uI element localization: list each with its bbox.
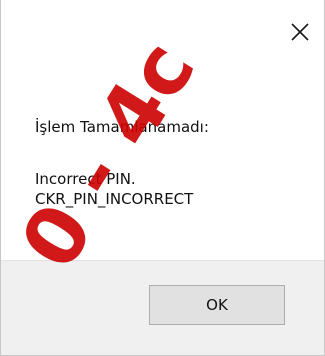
close-button[interactable]	[284, 16, 316, 48]
dialog-footer: OK	[1, 260, 324, 355]
error-dialog: İşlem Tamamlanamadı: Incorrect PIN. CKR_…	[0, 0, 325, 356]
title-bar	[1, 0, 324, 62]
dialog-heading: İşlem Tamamlanamadı:	[35, 118, 209, 136]
error-code-line: CKR_PIN_INCORRECT	[35, 190, 194, 208]
ok-button[interactable]: OK	[149, 285, 285, 325]
error-message-line: Incorrect PIN.	[35, 170, 136, 188]
dialog-content: İşlem Tamamlanamadı: Incorrect PIN. CKR_…	[1, 62, 324, 260]
close-icon	[291, 23, 309, 41]
